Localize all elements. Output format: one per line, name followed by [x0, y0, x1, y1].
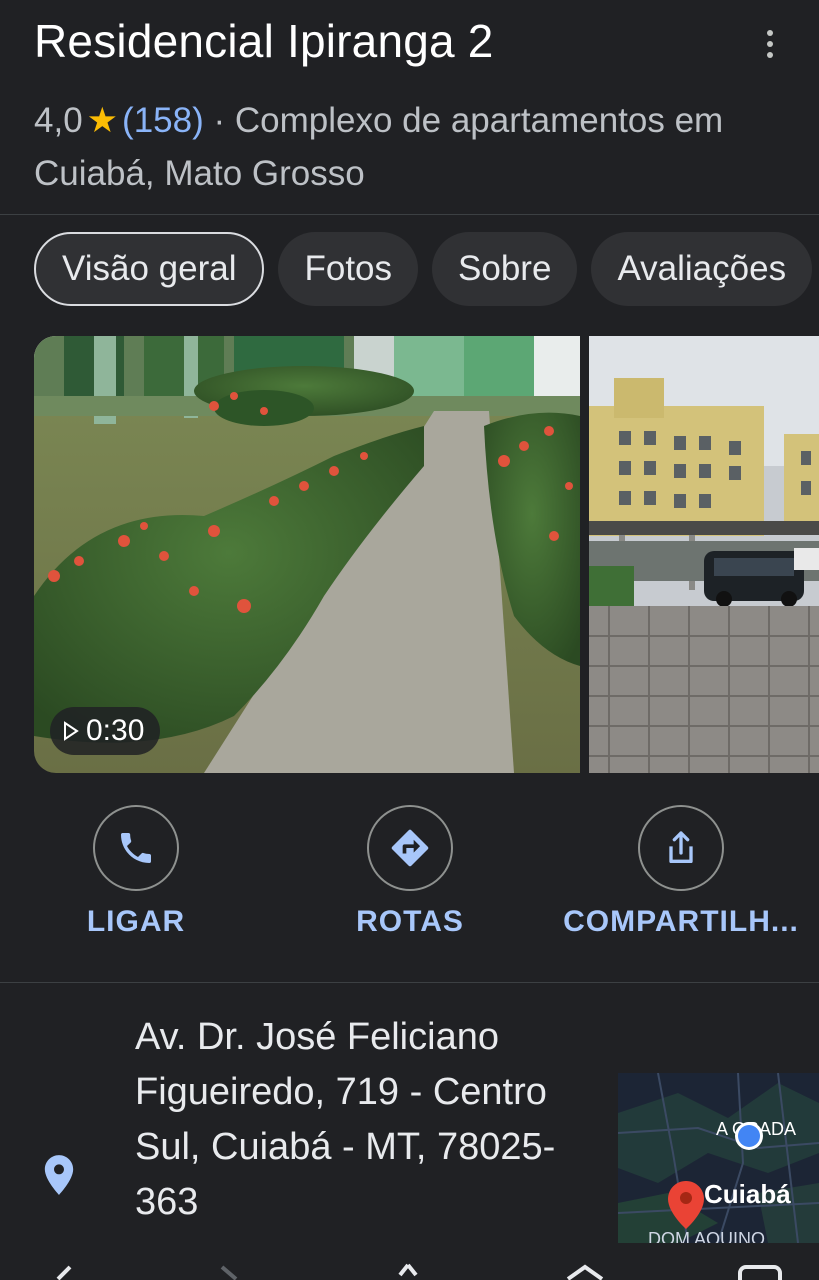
share-icon: [669, 831, 693, 863]
tab-about[interactable]: Sobre: [432, 232, 578, 306]
more-dot-icon: [767, 52, 773, 58]
map-image: A ORADA Cuiabá DOM AQUINO: [618, 1073, 819, 1243]
phone-icon: [121, 833, 151, 863]
buildings-photo-image: [589, 336, 819, 773]
tab-reviews[interactable]: Avaliações: [591, 232, 813, 306]
more-dot-icon: [767, 30, 773, 36]
directions-button[interactable]: ROTAS: [350, 805, 470, 939]
star-icon: ★: [86, 101, 119, 140]
more-dot-icon: [767, 41, 773, 47]
play-icon: [64, 721, 79, 741]
reviews-count-link[interactable]: (158): [122, 101, 204, 140]
share-label: COMPARTILH...: [563, 905, 799, 938]
location-pin-icon: [44, 1155, 74, 1195]
nav-bar-icons: [56, 1263, 782, 1280]
map-city-label: Cuiabá: [704, 1179, 791, 1209]
system-nav-bar: [0, 1245, 819, 1280]
tab-bar: Visão geral Fotos Sobre Avaliações: [34, 232, 813, 306]
photo-buildings[interactable]: [589, 336, 819, 773]
place-title: Residencial Ipiranga 2: [34, 15, 494, 67]
tab-photos[interactable]: Fotos: [278, 232, 419, 306]
call-button[interactable]: LIGAR: [87, 805, 184, 939]
video-duration: 0:30: [86, 714, 145, 747]
video-duration-badge: 0:30: [50, 707, 161, 755]
tab-overview[interactable]: Visão geral: [34, 232, 265, 306]
call-label: LIGAR: [86, 905, 186, 938]
divider: [0, 214, 819, 215]
divider: [0, 982, 819, 983]
directions-circle: [367, 805, 453, 891]
photo-garden-video[interactable]: 0:30: [34, 336, 580, 773]
map-thumbnail[interactable]: A ORADA Cuiabá DOM AQUINO: [618, 1073, 819, 1243]
more-options-button[interactable]: [752, 24, 788, 64]
directions-icon: [391, 829, 429, 867]
share-circle: [638, 805, 724, 891]
map-bottom-label: DOM AQUINO: [648, 1229, 765, 1243]
address-text[interactable]: Av. Dr. José Feliciano Figueiredo, 719 -…: [135, 1010, 575, 1230]
action-bar: LIGAR ROTAS COMPARTILH...: [0, 805, 819, 965]
share-button[interactable]: COMPARTILH...: [546, 805, 816, 939]
directions-label: ROTAS: [356, 905, 464, 938]
call-circle: [93, 805, 179, 891]
place-subtitle: 4,0 ★ (158) · Complexo de apartamentos em …: [34, 94, 794, 200]
separator: ·: [213, 101, 226, 140]
rating-value: 4,0: [34, 101, 83, 140]
